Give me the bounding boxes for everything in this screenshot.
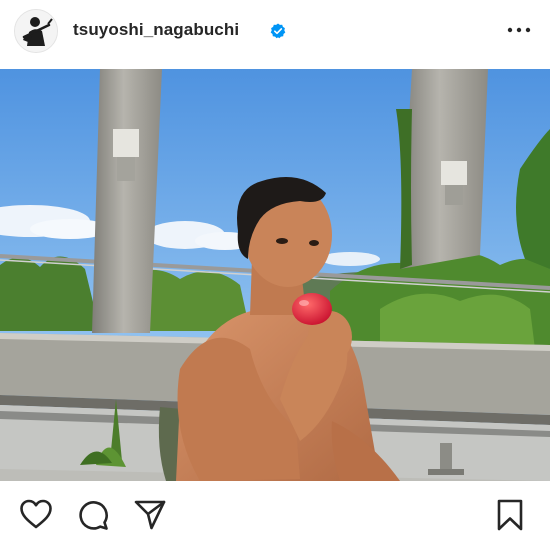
comment-button[interactable] [76, 498, 110, 532]
post-photo[interactable] [0, 69, 550, 481]
bookmark-icon [497, 499, 523, 531]
instagram-post: tsuyoshi_nagabuchi [0, 0, 550, 538]
save-button[interactable] [493, 498, 527, 532]
share-button[interactable] [133, 498, 167, 532]
post-header: tsuyoshi_nagabuchi [0, 0, 550, 68]
comment-icon [79, 501, 108, 530]
like-button[interactable] [19, 498, 53, 532]
heart-icon [20, 499, 52, 529]
avatar[interactable] [14, 9, 58, 53]
more-options-icon[interactable] [506, 21, 532, 39]
username[interactable]: tsuyoshi_nagabuchi [73, 20, 239, 40]
share-icon [134, 500, 166, 530]
verified-badge-icon [270, 23, 286, 39]
action-bar [0, 482, 550, 538]
